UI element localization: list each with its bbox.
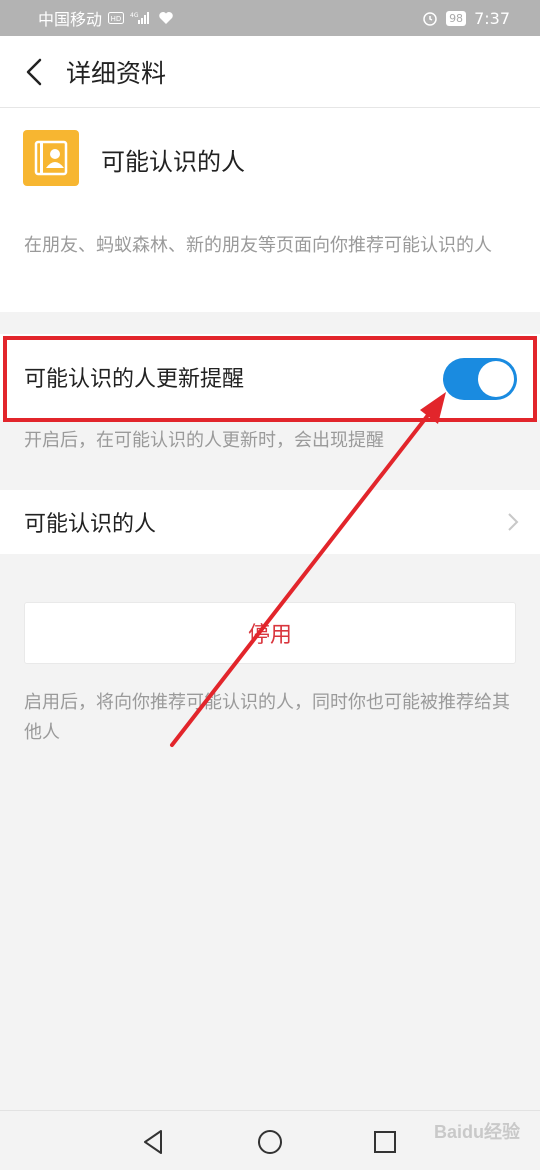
back-arrow-icon[interactable] [16,54,52,90]
heart-icon [158,11,174,25]
hd-icon: HD [108,12,125,24]
battery-level: 98 [446,10,467,26]
carrier-label: 中国移动 [38,10,103,29]
highlight-box [3,336,537,422]
disable-button[interactable]: 停用 [24,602,516,664]
status-bar: 中国移动 HD 4G 98 7:37 [0,0,540,36]
alarm-icon [422,10,438,26]
square-recent-icon[interactable] [370,1127,400,1157]
contact-book-icon [23,130,79,186]
signal-icon: 4G [130,11,152,25]
triangle-back-icon[interactable] [138,1127,168,1157]
header: 详细资料 [0,36,540,108]
circle-home-icon[interactable] [255,1127,285,1157]
chevron-right-icon [508,513,519,531]
disable-hint: 启用后，将向你推荐可能认识的人，同时你也可能被推荐给其他人 [24,692,510,743]
people-you-may-know-label: 可能认识的人 [24,512,157,537]
info-description: 在朋友、蚂蚁森林、新的朋友等页面向你推荐可能认识的人 [24,235,492,256]
svg-text:HD: HD [111,15,122,23]
update-reminder-hint: 开启后，在可能认识的人更新时，会出现提醒 [24,430,384,451]
clock: 7:37 [474,8,510,28]
info-title: 可能认识的人 [101,148,245,176]
watermark: Baidu经验 [433,1122,520,1142]
info-section: 可能认识的人 在朋友、蚂蚁森林、新的朋友等页面向你推荐可能认识的人 [0,108,540,312]
svg-text:4G: 4G [130,12,139,19]
people-you-may-know-row[interactable]: 可能认识的人 [0,490,540,554]
page-title: 详细资料 [66,58,167,88]
